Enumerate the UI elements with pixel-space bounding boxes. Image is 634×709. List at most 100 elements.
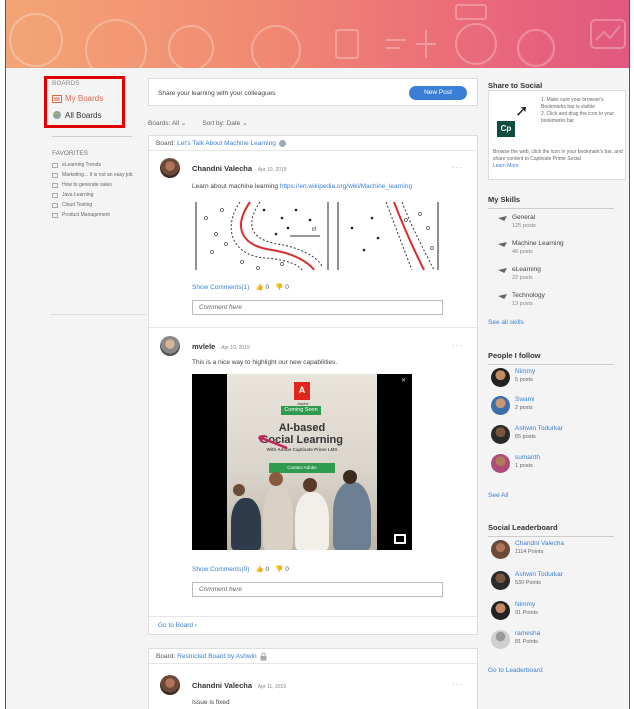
post-author[interactable]: Chandni Valecha · Apr 11, 2019 (192, 681, 286, 690)
more-options-icon[interactable]: ··· (452, 341, 463, 350)
comment-input[interactable]: Comment here (192, 300, 443, 315)
contact-adobe-button[interactable]: Contact Adobe (269, 463, 335, 473)
board-card-header: Board: Let's Talk About Machine Learning (149, 136, 477, 151)
favorite-label: Product Management (62, 212, 110, 218)
share-step-2: 2. Click and drag the icon to your bookm… (541, 111, 615, 124)
skill-item[interactable]: eLearning 22 posts (498, 266, 541, 281)
boards-filter-dropdown[interactable]: Boards: All ⌄ (148, 119, 186, 127)
favorite-item[interactable]: Product Management (52, 212, 144, 219)
comment-input[interactable]: Comment here (192, 582, 443, 597)
avatar (491, 540, 510, 559)
favorite-item[interactable]: Marketing... It is not an easy job (52, 172, 144, 179)
favorite-label: Marketing... It is not an easy job (62, 172, 133, 178)
person-name: Nimmy (515, 368, 536, 375)
skill-item[interactable]: General 125 posts (498, 214, 536, 229)
person-posts: 5 posts (515, 377, 533, 383)
head-shape (343, 470, 357, 484)
avatar (491, 368, 510, 387)
person-posts: 65 posts (515, 434, 536, 440)
show-comments-link[interactable]: Show Comments(1) (192, 284, 249, 291)
post-author[interactable]: mvlele · Apr 10, 2019 (192, 342, 250, 351)
my-skills-heading: My Skills (488, 195, 614, 209)
leader-points: 1114 Points (515, 549, 544, 555)
person-posts: 2 posts (515, 405, 533, 411)
share-description: Browse the web, click the icon in your b… (493, 149, 623, 170)
tag-icon (498, 216, 507, 221)
boards-heading: BOARDS (52, 80, 80, 87)
dislike-button[interactable]: 👎 0 (275, 565, 289, 574)
share-steps: 1. Make sure your browser's Bookmarks ba… (541, 97, 625, 125)
sidebar-divider (52, 136, 132, 137)
post-date: · Apr 11, 2019 (255, 684, 287, 690)
promo-image[interactable]: A Adobe Coming Soon AI-based Social Learn… (192, 374, 412, 550)
post-text: This is a nice way to highlight our new … (192, 359, 338, 366)
followed-person[interactable]: Swami 2 posts (491, 396, 535, 415)
person-name: sumanth (515, 454, 540, 461)
post-date: · Apr 10, 2019 (218, 345, 250, 351)
more-options-icon[interactable]: ··· (452, 680, 463, 689)
close-icon[interactable]: ✕ (401, 377, 406, 384)
dislike-button[interactable]: 👎 0 (275, 283, 289, 292)
my-boards-label: My Boards (65, 94, 104, 103)
skill-item[interactable]: Technology 13 posts (498, 292, 545, 307)
new-post-button[interactable]: New Post (409, 86, 467, 100)
post-body: Learn about machine learning (192, 183, 279, 190)
like-button[interactable]: 👍 0 (255, 565, 269, 574)
avatar[interactable] (160, 336, 180, 356)
skill-item[interactable]: Machine Learning 46 posts (498, 240, 564, 255)
more-options-icon[interactable]: ··· (452, 163, 463, 172)
avatar[interactable] (160, 675, 180, 695)
leader-name: Chandni Valecha (515, 540, 565, 547)
board-link[interactable]: Restricted Board by Ashwin (177, 649, 256, 664)
person-name: Swami (515, 396, 535, 403)
post: mvlele · Apr 10, 2019 ··· This is a nice … (149, 328, 477, 616)
favorite-item[interactable]: Cloud Testing (52, 202, 144, 209)
leaderboard-entry[interactable]: Ashwin Todurkar 530 Points (491, 571, 563, 590)
followed-person[interactable]: Nimmy 5 posts (491, 368, 535, 387)
see-all-skills-link[interactable]: See all skills (488, 319, 524, 326)
like-button[interactable]: 👍 0 (255, 283, 269, 292)
favorite-label: How to generate sales (62, 182, 112, 188)
author-name: Chandni Valecha (192, 681, 253, 690)
post-divider (149, 616, 477, 617)
leaderboard-entry[interactable]: Chandni Valecha 1114 Points (491, 540, 564, 559)
leaderboard-entry[interactable]: ramesha 81 Points (491, 630, 540, 649)
followed-person[interactable]: Ashwin Todurkar 65 posts (491, 425, 563, 444)
leaderboard-entry[interactable]: Nimmy 91 Points (491, 601, 538, 620)
leaderboard-heading: Social Leaderboard (488, 523, 614, 537)
fullscreen-icon[interactable] (394, 534, 406, 544)
post-actions: Show Comments(0) 👍 0 👎 0 (192, 565, 289, 574)
favorite-item[interactable]: eLearning Trends (52, 162, 144, 169)
learn-more-link[interactable]: Learn More (493, 163, 623, 170)
favorite-label: Java Learning (62, 192, 94, 198)
post-link[interactable]: https://en.wikipedia.org/wiki/Machine_le… (280, 183, 412, 190)
avatar (491, 571, 510, 590)
my-boards-link[interactable]: My Boards (52, 94, 103, 103)
favorite-item[interactable]: Java Learning (52, 192, 144, 199)
all-boards-label: All Boards (65, 110, 102, 120)
post: Chandni Valecha · Apr 10, 2019 ··· Learn … (149, 151, 477, 327)
person-figure (333, 482, 371, 550)
captivate-prime-logo-icon[interactable]: Cp (497, 121, 515, 137)
favorite-label: Cloud Testing (62, 202, 93, 208)
post-author[interactable]: Chandni Valecha · Apr 10, 2019 (192, 164, 286, 173)
go-to-board-link[interactable]: Go to Board › (158, 622, 197, 629)
promo-title: AI-based Social Learning (227, 422, 377, 446)
see-all-people-link[interactable]: See All (488, 492, 508, 499)
all-boards-link[interactable]: All Boards (52, 110, 101, 120)
share-learning-box[interactable]: Share your learning with your colleagues… (148, 78, 478, 106)
adobe-logo-icon: A (294, 382, 310, 400)
skill-name: Machine Learning (512, 240, 564, 247)
leader-points: 91 Points (515, 610, 538, 616)
go-to-leaderboard-link[interactable]: Go to Leaderboard (488, 667, 543, 674)
sort-dropdown[interactable]: Sort by: Date ⌄ (202, 119, 247, 127)
avatar[interactable] (160, 158, 180, 178)
author-name: mvlele (192, 342, 216, 351)
board-link[interactable]: Let's Talk About Machine Learning (177, 136, 276, 151)
favorite-item[interactable]: How to generate sales (52, 182, 144, 189)
followed-person[interactable]: sumanth 1 posts (491, 454, 540, 473)
board-card: Board: Let's Talk About Machine Learning… (148, 135, 478, 635)
show-comments-link[interactable]: Show Comments(0) (192, 566, 249, 573)
board-prefix: Board: (156, 139, 176, 147)
lock-icon (260, 652, 267, 660)
